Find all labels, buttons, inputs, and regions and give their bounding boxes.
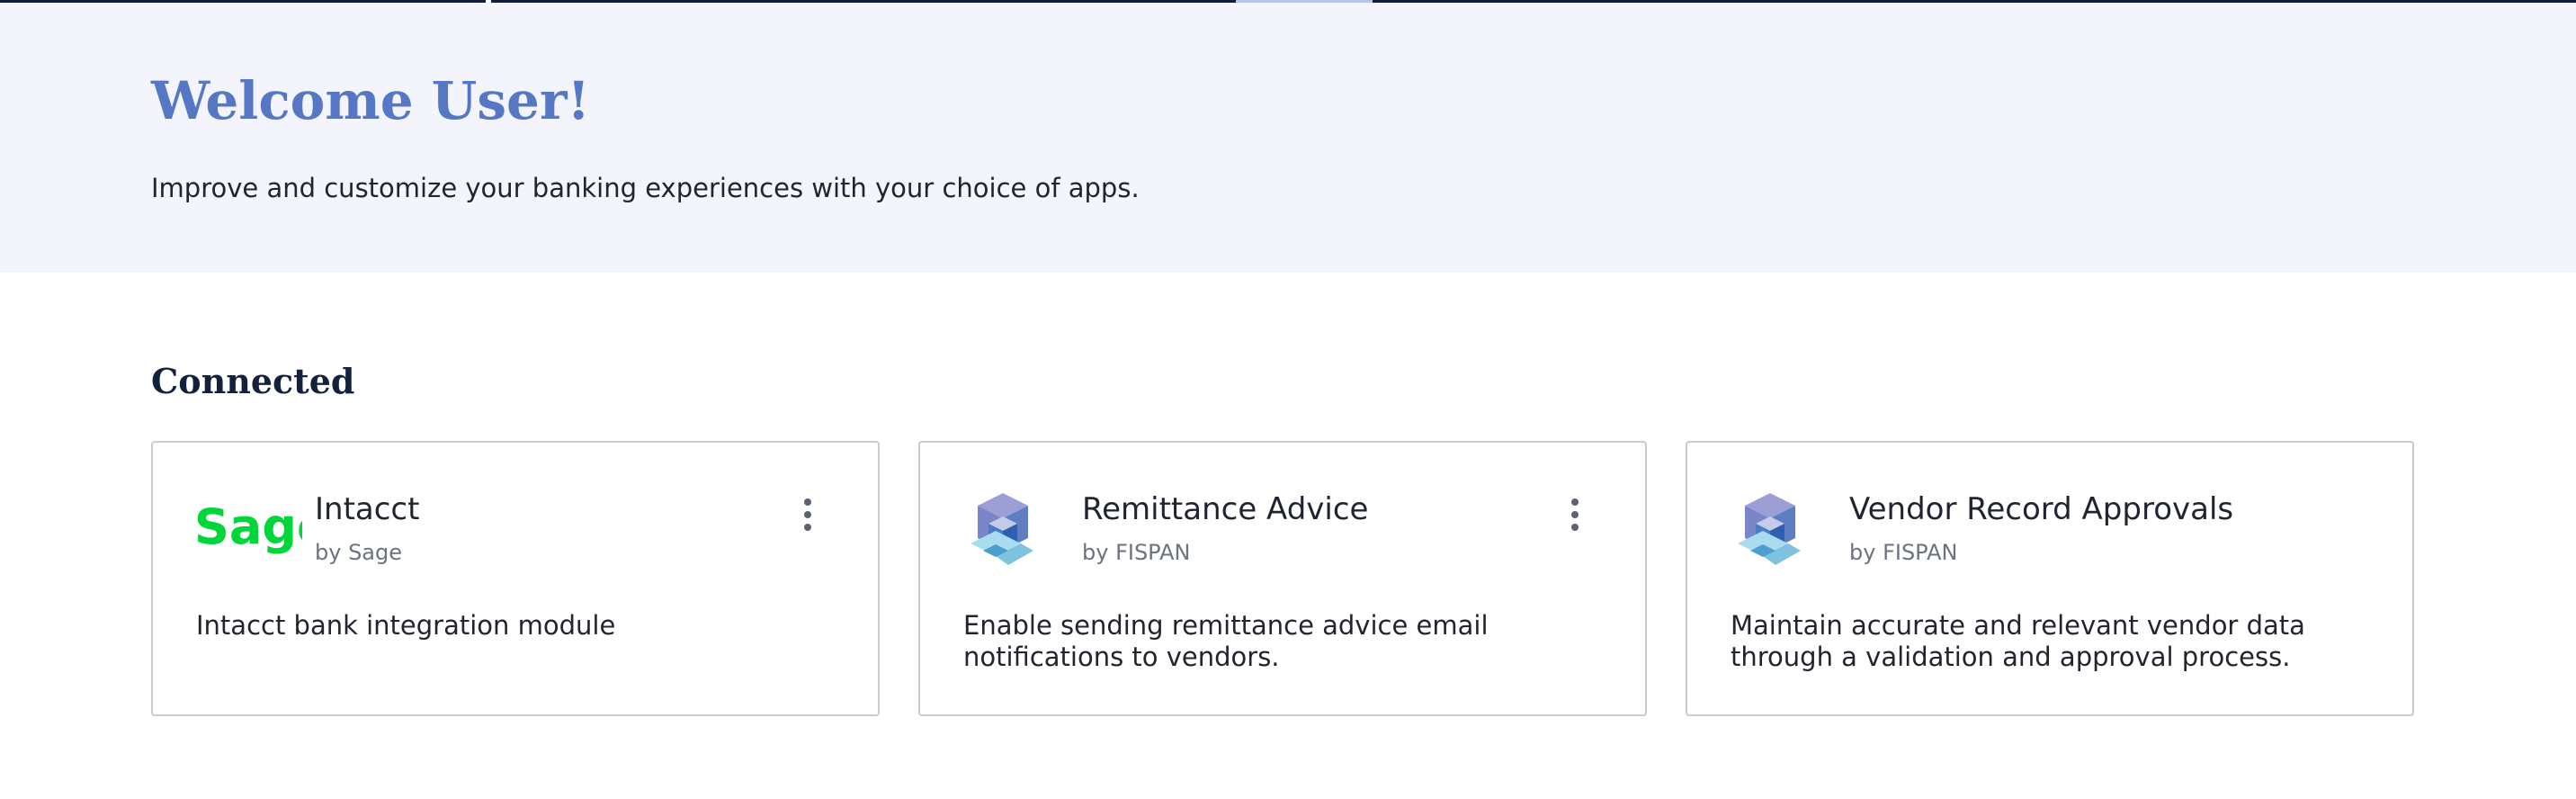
fispan-cube-logo-icon [970,493,1033,565]
app-vendor: by FISPAN [1082,540,1191,565]
app-description: Enable sending remittance advice email n… [963,610,1489,672]
page-subtitle: Improve and customize your banking exper… [151,173,1140,203]
app-name: Remittance Advice [1082,491,1369,527]
page-title: Welcome User! [151,70,590,131]
app-vendor: by Sage [315,540,403,565]
sage-logo-text: Sage [194,498,302,555]
app-description: Maintain accurate and relevant vendor da… [1731,610,2305,672]
more-options-icon[interactable] [793,491,822,538]
section-title-connected: Connected [151,361,355,401]
app-name: Vendor Record Approvals [1849,491,2234,527]
app-name: Intacct [315,491,420,527]
app-card-vendor-record-approvals[interactable]: Vendor Record Approvals by FISPAN Mainta… [1686,441,2414,716]
fispan-cube-logo-icon [1738,493,1801,565]
app-card-intacct[interactable]: Sage Intacct by Sage Intacct bank integr… [151,441,880,716]
app-card-remittance-advice[interactable]: Remittance Advice by FISPAN Enable sendi… [918,441,1647,716]
app-vendor: by FISPAN [1849,540,1958,565]
welcome-banner: Welcome User! Improve and customize your… [0,3,2576,273]
more-options-icon[interactable] [1561,491,1589,538]
app-description: Intacct bank integration module [196,610,616,641]
sage-logo-icon: Sage [194,498,302,555]
